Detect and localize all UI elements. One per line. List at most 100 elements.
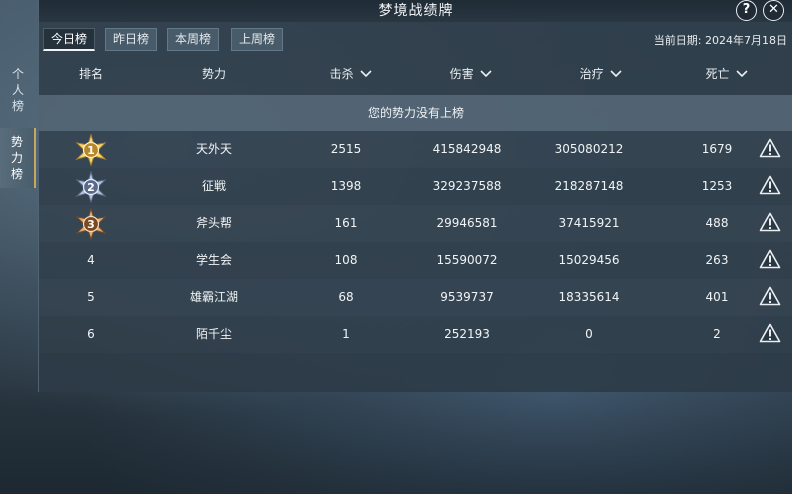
header-deaths-label: 死亡: [705, 67, 730, 81]
healing-cell: 305080212: [554, 142, 624, 156]
kills-cell: 1398: [330, 179, 362, 193]
medal-rank-number: 3: [87, 218, 95, 231]
healing-cell: 15029456: [558, 253, 620, 267]
deaths-cell: 401: [705, 290, 729, 304]
table-row: 2 征戦 1398 329237588 218287148 1253: [39, 168, 792, 205]
side-tab-char: 力: [10, 151, 23, 165]
help-button[interactable]: ?: [736, 0, 757, 21]
damage-cell: 329237588: [432, 179, 502, 193]
damage-cell: 29946581: [436, 216, 498, 230]
game-background-bottom: [0, 384, 792, 494]
rank-cell: 2: [61, 168, 121, 205]
kills-cell: 2515: [330, 142, 362, 156]
tab-today[interactable]: 今日榜: [43, 28, 95, 51]
damage-cell: 15590072: [436, 253, 498, 267]
leaderboard-panel: 梦境战绩牌 ? ✕ 今日榜 昨日榜 本周榜 上周榜 当前日期: 2024年7月1…: [38, 0, 792, 392]
side-tab-char: 人: [11, 83, 24, 97]
deaths-cell: 488: [705, 216, 729, 230]
close-button[interactable]: ✕: [763, 0, 784, 21]
tab-yesterday[interactable]: 昨日榜: [105, 28, 157, 51]
ranking-rows: 1 天外天 2515 415842948 305080212 1679 2 征戦 1398 329…: [39, 131, 792, 353]
header-healing-label: 治疗: [579, 67, 604, 81]
side-tab-personal[interactable]: 个 人 榜: [0, 60, 36, 120]
rank-cell: 4: [61, 242, 121, 279]
deaths-cell: 2: [713, 327, 721, 341]
healing-cell: 18335614: [558, 290, 620, 304]
kills-cell: 1: [342, 327, 350, 341]
faction-cell: 陌千尘: [195, 327, 232, 341]
help-icon: ?: [742, 2, 751, 17]
header-faction-label: 势力: [201, 67, 226, 81]
tab-last-week[interactable]: 上周榜: [231, 28, 283, 51]
header-damage[interactable]: 伤害: [431, 58, 511, 90]
header-kills[interactable]: 击杀: [311, 58, 391, 90]
table-row: 5 雄霸江湖 68 9539737 18335614 401: [39, 279, 792, 316]
empty-area: [39, 353, 792, 392]
faction-cell: 天外天: [195, 142, 232, 156]
close-icon: ✕: [768, 2, 779, 17]
damage-cell: 415842948: [432, 142, 502, 156]
sort-chevron-icon: [480, 70, 492, 78]
gold-medal-icon: 1: [75, 134, 107, 166]
faction-cell: 学生会: [195, 253, 232, 267]
side-tab-char: 个: [11, 67, 24, 81]
kills-cell: 161: [334, 216, 358, 230]
report-warning-icon[interactable]: [759, 212, 781, 232]
table-row: 4 学生会 108 15590072 15029456 263: [39, 242, 792, 279]
kills-cell: 108: [334, 253, 358, 267]
header-damage-label: 伤害: [449, 67, 474, 81]
header-rank-label: 排名: [78, 67, 103, 81]
side-tab-faction[interactable]: 势 力 榜: [0, 128, 36, 188]
header-faction: 势力: [179, 58, 249, 90]
faction-cell: 雄霸江湖: [189, 290, 238, 304]
deaths-cell: 1253: [701, 179, 733, 193]
rank-number: 4: [87, 253, 95, 267]
sort-chevron-icon: [610, 70, 622, 78]
tab-this-week[interactable]: 本周榜: [167, 28, 219, 51]
header-rank: 排名: [61, 58, 121, 90]
faction-cell: 征戦: [201, 179, 226, 193]
sort-chevron-icon: [360, 70, 372, 78]
sort-chevron-icon: [736, 70, 748, 78]
side-tab-char: 势: [10, 135, 23, 149]
medal-rank-number: 2: [87, 181, 95, 194]
healing-cell: 37415921: [558, 216, 620, 230]
rank-cell: 1: [61, 131, 121, 168]
kills-cell: 68: [338, 290, 354, 304]
report-warning-icon[interactable]: [759, 323, 781, 343]
deaths-cell: 1679: [701, 142, 733, 156]
damage-cell: 9539737: [440, 290, 494, 304]
rank-cell: 5: [61, 279, 121, 316]
report-warning-icon[interactable]: [759, 286, 781, 306]
header-deaths[interactable]: 死亡: [687, 58, 767, 90]
period-tabs: 今日榜 昨日榜 本周榜 上周榜 当前日期: 2024年7月18日: [39, 28, 792, 52]
medal-rank-number: 1: [87, 144, 95, 157]
report-warning-icon[interactable]: [759, 175, 781, 195]
own-faction-notice: 您的势力没有上榜: [39, 95, 792, 131]
side-tabs: 个 人 榜 势 力 榜: [0, 30, 36, 188]
rank-cell: 3: [61, 205, 121, 242]
side-tab-char: 榜: [11, 99, 24, 113]
side-tab-char: 榜: [10, 167, 23, 181]
rank-number: 6: [87, 327, 95, 341]
silver-medal-icon: 2: [75, 171, 107, 203]
header-healing[interactable]: 治疗: [561, 58, 641, 90]
current-date: 当前日期: 2024年7月18日: [653, 34, 787, 47]
deaths-cell: 263: [705, 253, 729, 267]
panel-title: 梦境战绩牌: [378, 3, 454, 19]
healing-cell: 0: [585, 327, 593, 341]
healing-cell: 218287148: [554, 179, 624, 193]
table-header: 排名 势力 击杀 伤害 治疗 死亡: [39, 58, 792, 90]
table-row: 3 斧头帮 161 29946581 37415921 488: [39, 205, 792, 242]
table-row: 6 陌千尘 1 252193 0 2: [39, 316, 792, 353]
rank-number: 5: [87, 290, 95, 304]
title-bar: 梦境战绩牌: [39, 0, 792, 22]
header-kills-label: 击杀: [329, 67, 354, 81]
faction-cell: 斧头帮: [195, 216, 232, 230]
rank-cell: 6: [61, 316, 121, 353]
damage-cell: 252193: [444, 327, 490, 341]
report-warning-icon[interactable]: [759, 249, 781, 269]
report-warning-icon[interactable]: [759, 138, 781, 158]
bronze-medal-icon: 3: [75, 208, 107, 240]
table-row: 1 天外天 2515 415842948 305080212 1679: [39, 131, 792, 168]
